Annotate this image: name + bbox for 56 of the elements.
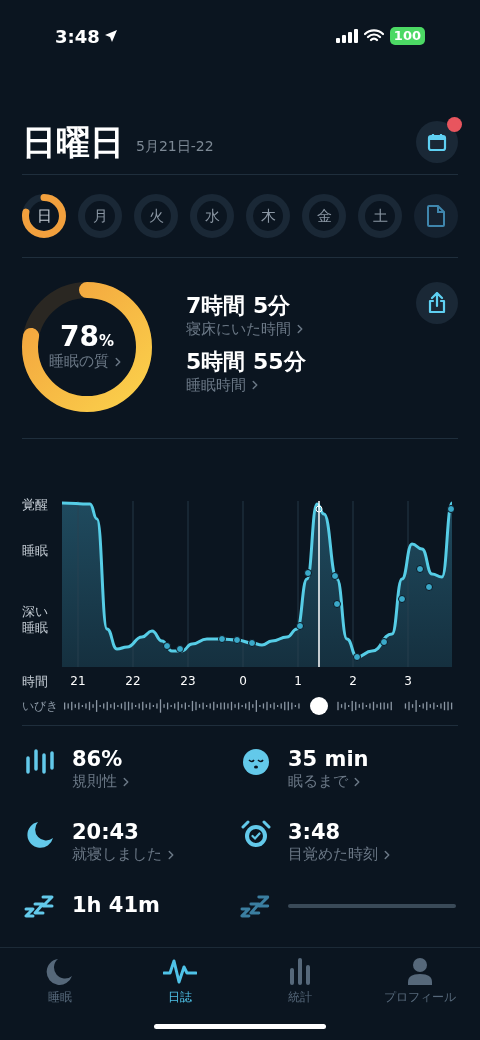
hour-label: 3 [404,673,412,690]
nav-tab[interactable]: プロフィール [365,956,475,1006]
share-icon [427,292,447,314]
battery-indicator: 100 [389,27,425,45]
nav-tab[interactable]: 睡眠 [5,956,115,1006]
day-tab[interactable]: 水 [190,194,234,238]
hour-label: 2 [349,673,357,690]
day-tab[interactable]: 木 [246,194,290,238]
signal-icon [335,29,358,43]
metric-label: 寝床にいた時間 [186,319,291,339]
stat-value: 86% [72,746,124,773]
nav-tab[interactable]: 統計 [245,956,355,1006]
stage-label: 深い睡眠 [22,603,49,636]
location-arrow-icon [103,29,118,43]
report-button[interactable] [414,194,458,238]
nav-tab[interactable]: 日誌 [125,956,235,1006]
wifi-icon [363,29,384,43]
day-progress-ring [22,194,66,238]
hour-label: 1 [294,673,302,690]
hour-label: 22 [125,673,141,690]
stat-label: 就寝しました [72,845,162,864]
stat-value: 1h 41m [72,892,160,919]
quality-value: 78 [60,322,99,351]
metric-value: 5時間 55分 [186,348,307,376]
quality-unit: % [98,331,114,352]
snore-label: いびき [22,698,59,714]
metric-label: 睡眠時間 [186,375,246,395]
stat-label: 眠るまで [288,772,348,791]
stat-value: 3:48 [288,819,342,846]
scrubber-handle[interactable] [310,697,328,715]
date-range: 5月21日-22 [136,137,214,156]
page-title: 日曜日 [22,125,124,159]
stat-label: 目覚めた時刻 [288,845,378,864]
day-tab[interactable]: 火 [134,194,178,238]
stat-value: 35 min [288,746,369,773]
sleeping-face-icon [240,746,272,778]
stage-label: 睡眠 [22,543,49,560]
stage-label: 覚醒 [22,497,49,514]
document-icon [427,205,445,227]
quality-label: 睡眠の質 [49,352,109,372]
day-tab[interactable]: 日 [22,194,66,238]
moon-icon [24,819,56,851]
day-tab[interactable]: 土 [358,194,402,238]
status-time: 3:48 [55,24,100,49]
metric-value: 7時間 5分 [186,292,292,320]
hour-label: 0 [239,673,247,690]
day-tab[interactable]: 金 [302,194,346,238]
day-tab[interactable]: 月 [78,194,122,238]
calendar-icon [427,132,447,152]
hour-label: 23 [180,673,196,690]
stat-label: 規則性 [72,772,117,791]
hour-label: 21 [70,673,86,690]
time-cursor[interactable] [315,500,323,667]
share-button[interactable] [416,282,458,324]
axis-title: 時間 [22,673,49,692]
stat-value: 20:43 [72,819,140,846]
